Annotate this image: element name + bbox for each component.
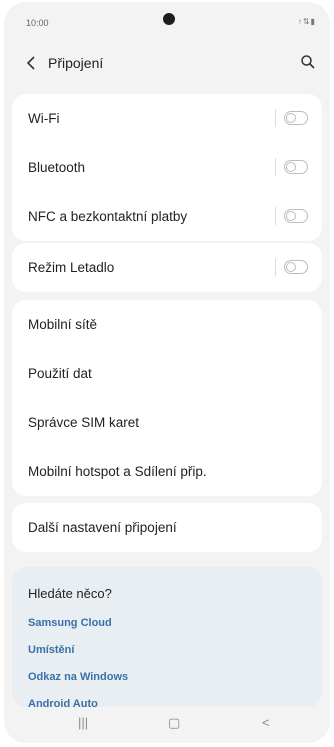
recent-apps-icon[interactable]: |||	[78, 715, 88, 730]
wifi-toggle[interactable]	[275, 109, 308, 127]
link-location[interactable]: Umístění	[28, 644, 74, 656]
more-connection-settings-row[interactable]: Další nastavení připojení	[12, 503, 322, 552]
status-time: 10:00	[26, 18, 49, 28]
row-label: Režim Letadlo	[28, 260, 115, 275]
airplane-mode-toggle[interactable]	[275, 258, 308, 276]
mobile-networks-row[interactable]: Mobilní sítě	[12, 300, 322, 349]
more-settings-card: Další nastavení připojení	[12, 503, 322, 552]
status-icons: ↑⇅▮	[297, 17, 316, 26]
suggestions-panel: Hledáte něco? Samsung Cloud Umístění Odk…	[12, 567, 322, 707]
nfc-toggle[interactable]	[275, 207, 308, 225]
toggle-divider	[275, 109, 276, 127]
toggle-icon	[284, 160, 308, 174]
link-windows[interactable]: Odkaz na Windows	[28, 671, 128, 683]
row-label: Další nastavení připojení	[28, 520, 177, 535]
airplane-mode-row[interactable]: Režim Letadlo	[12, 243, 322, 292]
front-camera	[163, 13, 175, 25]
back-icon[interactable]: <	[262, 715, 270, 730]
toggle-divider	[275, 158, 276, 176]
toggle-divider	[275, 258, 276, 276]
row-label: Mobilní hotspot a Sdílení přip.	[28, 464, 207, 479]
page-title: Připojení	[48, 55, 104, 71]
link-android-auto[interactable]: Android Auto	[28, 698, 98, 707]
row-label: Bluetooth	[28, 160, 86, 175]
suggestions-title: Hledáte něco?	[28, 586, 112, 601]
mobile-card: Mobilní sítě Použití dat Správce SIM kar…	[12, 300, 322, 496]
row-label: Mobilní sítě	[28, 317, 98, 332]
wifi-row[interactable]: Wi-Fi	[12, 94, 322, 143]
row-label: Správce SIM karet	[28, 415, 140, 430]
chevron-left-icon[interactable]	[24, 55, 40, 71]
link-samsung-cloud[interactable]: Samsung Cloud	[28, 617, 112, 629]
toggle-icon	[284, 111, 308, 125]
hotspot-row[interactable]: Mobilní hotspot a Sdílení přip.	[12, 447, 322, 496]
toggle-divider	[275, 207, 276, 225]
sim-manager-row[interactable]: Správce SIM karet	[12, 398, 322, 447]
search-icon[interactable]	[300, 54, 316, 70]
bluetooth-row[interactable]: Bluetooth	[12, 143, 322, 192]
phone-screen: 10:00 ↑⇅▮ Připojení Wi-Fi Bluetooth NFC …	[4, 2, 330, 743]
navigation-bar: ||| ▢ <	[4, 707, 330, 743]
bluetooth-toggle[interactable]	[275, 158, 308, 176]
nfc-row[interactable]: NFC a bezkontaktní platby	[12, 192, 322, 241]
connectivity-card: Wi-Fi Bluetooth NFC a bezkontaktní platb…	[12, 94, 322, 241]
status-bar: 10:00 ↑⇅▮	[4, 2, 330, 36]
toggle-icon	[284, 209, 308, 223]
data-usage-row[interactable]: Použití dat	[12, 349, 322, 398]
toggle-icon	[284, 260, 308, 274]
app-header: Připojení	[4, 42, 330, 84]
home-icon[interactable]: ▢	[168, 715, 180, 731]
row-label: Použití dat	[28, 366, 92, 381]
airplane-card: Režim Letadlo	[12, 243, 322, 292]
row-label: NFC a bezkontaktní platby	[28, 209, 188, 224]
row-label: Wi-Fi	[28, 111, 60, 126]
